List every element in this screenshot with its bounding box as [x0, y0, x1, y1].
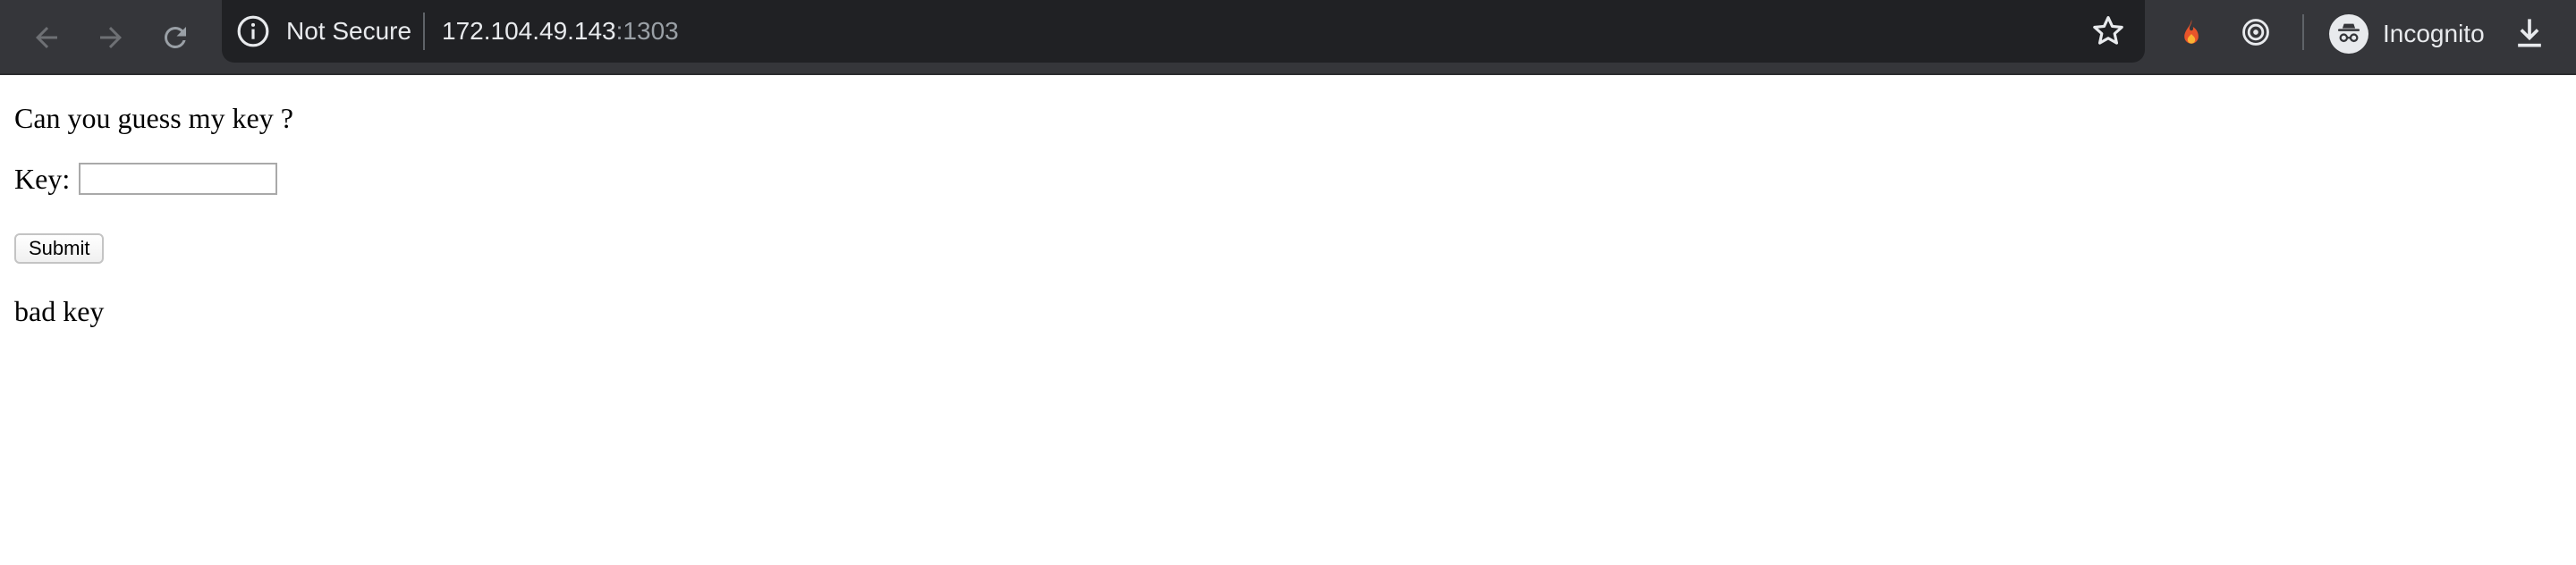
info-icon[interactable] — [236, 14, 270, 48]
url-port: :1303 — [615, 17, 679, 45]
profile-button[interactable]: Incognito — [2329, 9, 2485, 59]
arrow-right-icon — [100, 27, 122, 48]
fire-icon — [2184, 19, 2199, 44]
browser-toolbar: Not Secure 172.104.49.143:1303 Incognito — [0, 0, 2576, 75]
submit-button[interactable]: Submit — [14, 233, 105, 264]
forward-button[interactable] — [86, 13, 136, 63]
arrow-left-icon — [36, 27, 57, 48]
address-bar[interactable]: Not Secure 172.104.49.143:1303 — [222, 0, 2145, 63]
fire-extension-button[interactable] — [2174, 14, 2209, 50]
url-text[interactable]: 172.104.49.143:1303 — [442, 0, 679, 63]
omnibox-divider — [423, 13, 425, 50]
incognito-icon — [2337, 23, 2360, 43]
key-form-row: Key: — [14, 161, 278, 197]
reload-icon — [164, 26, 186, 48]
back-button[interactable] — [21, 13, 72, 63]
star-icon[interactable] — [2089, 13, 2127, 50]
toolbar-divider — [2302, 14, 2304, 50]
reload-button[interactable] — [150, 13, 200, 63]
prompt-text: Can you guess my key ? — [14, 102, 293, 134]
target-icon — [2242, 19, 2269, 46]
target-extension-button[interactable] — [2238, 14, 2274, 50]
avatar — [2329, 14, 2368, 54]
download-icon[interactable] — [2510, 13, 2549, 52]
profile-label: Incognito — [2383, 20, 2485, 47]
result-text: bad key — [14, 295, 105, 327]
url-host: 172.104.49.143 — [442, 17, 616, 45]
security-label[interactable]: Not Secure — [286, 0, 411, 63]
key-input[interactable] — [79, 163, 278, 195]
key-label: Key: — [14, 162, 71, 195]
page-content: Can you guess my key ? Key: Submit bad k… — [0, 77, 2576, 565]
